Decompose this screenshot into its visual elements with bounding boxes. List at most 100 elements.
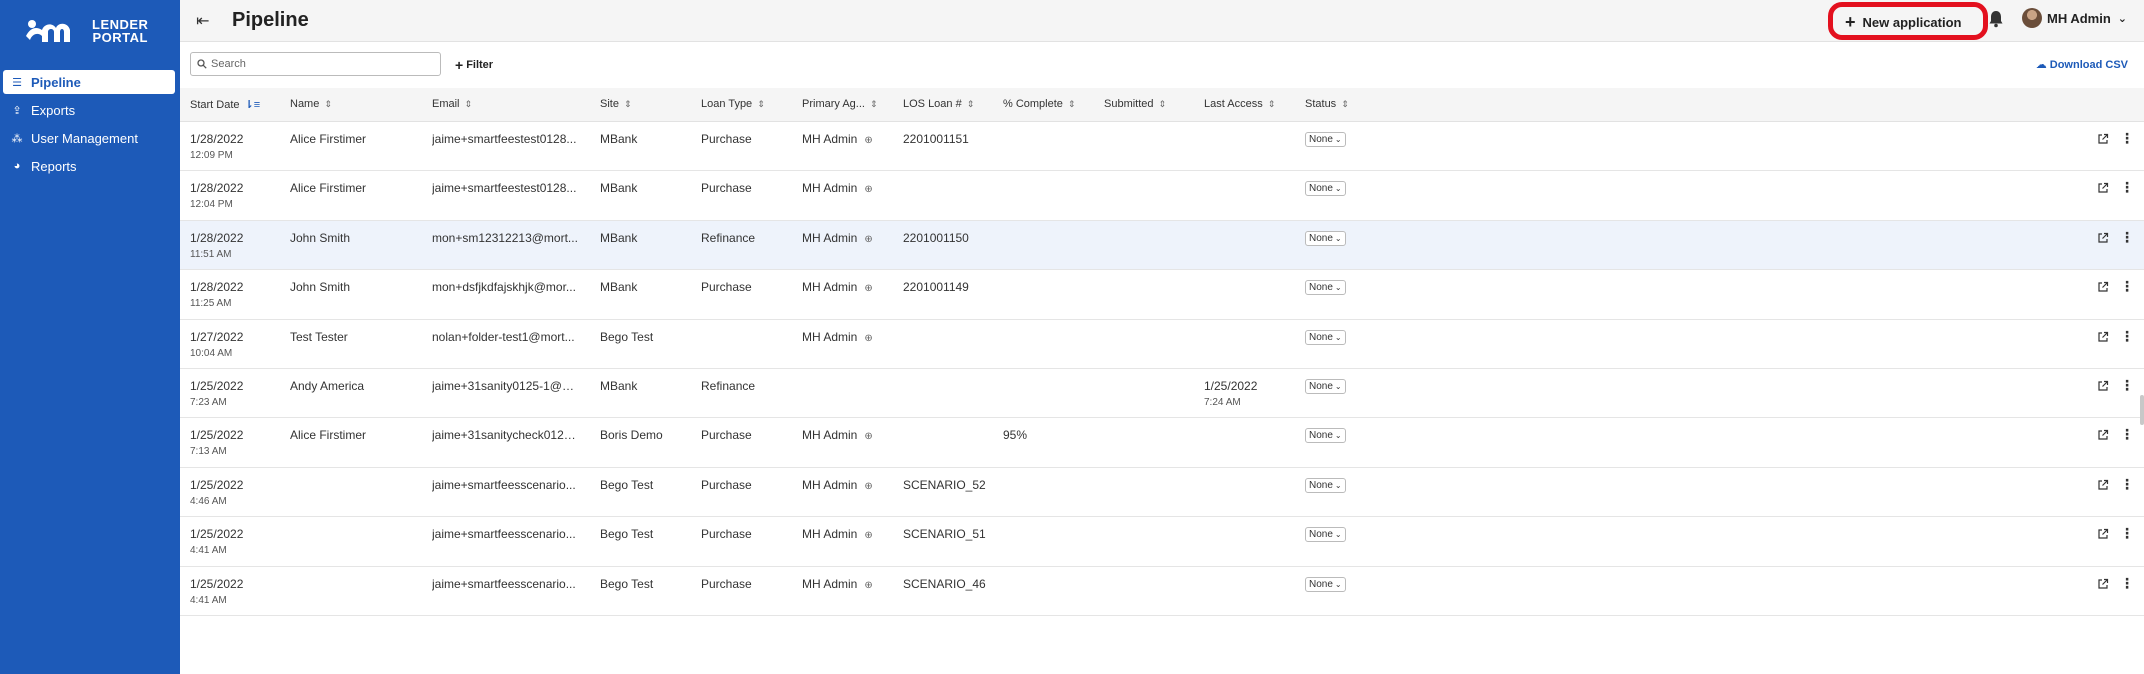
sort-icon: ⇕ [324,98,332,109]
status-select[interactable]: None ⌄ [1305,527,1346,543]
table-row[interactable]: 1/25/2022 7:13 AM Alice Firstimer jaime+… [180,418,2144,468]
status-select[interactable]: None ⌄ [1305,477,1346,493]
chevron-down-icon: ⌄ [1334,530,1342,540]
open-external-icon[interactable] [2097,528,2109,540]
status-value: None [1309,380,1333,392]
sidebar-item-exports[interactable]: ⇪ Exports [3,98,175,122]
status-select[interactable]: None ⌄ [1305,280,1346,296]
table-row[interactable]: 1/28/2022 12:04 PM Alice Firstimer jaime… [180,171,2144,221]
start-date: 1/27/2022 [190,329,244,344]
sort-icon: ⇕ [1341,98,1349,109]
loan-type: Purchase [701,181,752,196]
search-input[interactable] [211,58,431,70]
column-header-name[interactable]: Name ⇕ [290,98,332,110]
download-csv-button[interactable]: ☁ Download CSV [2036,58,2128,72]
borrower-email: jaime+smartfeesscenario... [432,527,576,542]
status-select[interactable]: None ⌄ [1305,132,1346,147]
search-icon [197,59,207,69]
start-date: 1/25/2022 [190,527,244,542]
scrollbar-thumb[interactable] [2140,395,2144,425]
open-external-icon[interactable] [2097,380,2109,392]
user-menu[interactable]: MH Admin ⌄ [2022,8,2127,28]
table-row[interactable]: 1/25/2022 7:23 AM Andy America jaime+31s… [180,369,2144,419]
loan-type: Purchase [701,576,752,591]
table-row[interactable]: 1/25/2022 4:41 AM jaime+smartfeesscenari… [180,567,2144,616]
open-external-icon[interactable] [2097,479,2109,491]
column-label: Name [290,98,320,110]
site: MBank [600,378,638,393]
borrower-name: John Smith [290,230,351,245]
column-header-primary-agent[interactable]: Primary Ag... ⇕ [802,98,878,110]
column-header-last-access[interactable]: Last Access ⇕ [1204,98,1275,110]
loan-type: Purchase [701,280,752,295]
status-select[interactable]: None ⌄ [1305,378,1346,394]
more-vertical-icon[interactable]: ⋮ [2120,230,2134,245]
percent-complete: 95% [1003,428,1028,443]
more-vertical-icon[interactable]: ⋮ [2120,576,2134,591]
download-label: Download CSV [2049,58,2128,71]
more-vertical-icon[interactable]: ⋮ [2120,131,2134,146]
column-header-submitted[interactable]: Submitted ⇕ [1104,98,1166,110]
open-external-icon[interactable] [2097,578,2109,590]
table-row[interactable]: 1/28/2022 11:51 AM John Smith mon+sm1231… [180,220,2144,271]
globe-icon: ⊕ [864,233,873,245]
more-vertical-icon[interactable]: ⋮ [2120,279,2134,294]
status-select[interactable]: None ⌄ [1305,329,1346,345]
status-select[interactable]: None ⌄ [1305,230,1346,246]
open-external-icon[interactable] [2097,331,2109,343]
logo-line-2: PORTAL [92,30,148,45]
agent-name: MH Admin [802,280,858,295]
lender-portal-logo[interactable]: LENDER PORTAL [22,12,162,50]
sort-icon: ⇕ [966,98,975,109]
open-external-icon[interactable] [2097,182,2109,194]
column-header-email[interactable]: Email ⇕ [432,98,472,110]
more-vertical-icon[interactable]: ⋮ [2120,427,2134,442]
status-value: None [1309,134,1333,145]
highlight-box: + New application [1828,2,1988,40]
more-vertical-icon[interactable]: ⋮ [2120,329,2134,344]
new-application-button[interactable]: + New application [1841,11,1965,33]
more-vertical-icon[interactable]: ⋮ [2120,526,2134,541]
table-body: 1/28/2022 12:09 PM Alice Firstimer jaime… [180,122,2144,616]
status-value: None [1309,430,1333,442]
los-loan-number: SCENARIO_52 [903,477,986,492]
filter-button[interactable]: + Filter [455,57,493,73]
table-row[interactable]: 1/25/2022 4:41 AM jaime+smartfeesscenari… [180,517,2144,567]
column-header-site[interactable]: Site ⇕ [600,98,632,110]
column-header-status[interactable]: Status ⇕ [1305,98,1349,110]
status-select[interactable]: None ⌄ [1305,428,1346,444]
open-external-icon[interactable] [2097,133,2109,145]
primary-agent: MH Admin ⊕ [802,231,873,245]
table-row[interactable]: 1/25/2022 4:46 AM jaime+smartfeesscenari… [180,468,2144,518]
status-select[interactable]: None ⌄ [1305,181,1346,197]
sidebar-item-reports[interactable]: ◕ Reports [3,154,175,178]
column-header-start-date[interactable]: Start Date ⇂≡ [190,98,260,112]
chevron-down-icon: ⌄ [1334,135,1342,144]
sidebar-item-user-management[interactable]: ⁂ User Management [3,126,175,150]
more-vertical-icon[interactable]: ⋮ [2120,180,2134,195]
column-label: Submitted [1104,98,1154,110]
column-header-los-loan[interactable]: LOS Loan # ⇕ [903,98,974,110]
bell-icon[interactable] [1988,10,2004,28]
table-row[interactable]: 1/28/2022 12:09 PM Alice Firstimer jaime… [180,122,2144,172]
column-header-percent-complete[interactable]: % Complete ⇕ [1003,98,1075,110]
start-time: 4:41 AM [190,545,227,557]
users-icon: ⁂ [11,132,23,145]
open-external-icon[interactable] [2097,232,2109,244]
table-row[interactable]: 1/27/2022 10:04 AM Test Tester nolan+fol… [180,320,2144,369]
open-external-icon[interactable] [2097,429,2109,441]
more-vertical-icon[interactable]: ⋮ [2120,477,2134,492]
sidebar-item-pipeline[interactable]: ☰ Pipeline [3,70,175,94]
more-vertical-icon[interactable]: ⋮ [2120,378,2134,393]
status-select[interactable]: None ⌄ [1305,576,1346,592]
chevron-down-icon: ⌄ [1334,283,1342,293]
sidebar-item-label: Reports [31,158,77,174]
open-external-icon[interactable] [2097,281,2109,293]
column-header-loan-type[interactable]: Loan Type ⇕ [701,98,765,110]
column-label: Last Access [1204,98,1263,110]
start-date: 1/28/2022 [190,280,244,295]
table-row[interactable]: 1/28/2022 11:25 AM John Smith mon+dsfjkd… [180,270,2144,320]
sort-icon: ⇕ [757,98,765,109]
collapse-sidebar-icon[interactable]: ⇤ [196,11,209,31]
avatar [2022,8,2042,28]
